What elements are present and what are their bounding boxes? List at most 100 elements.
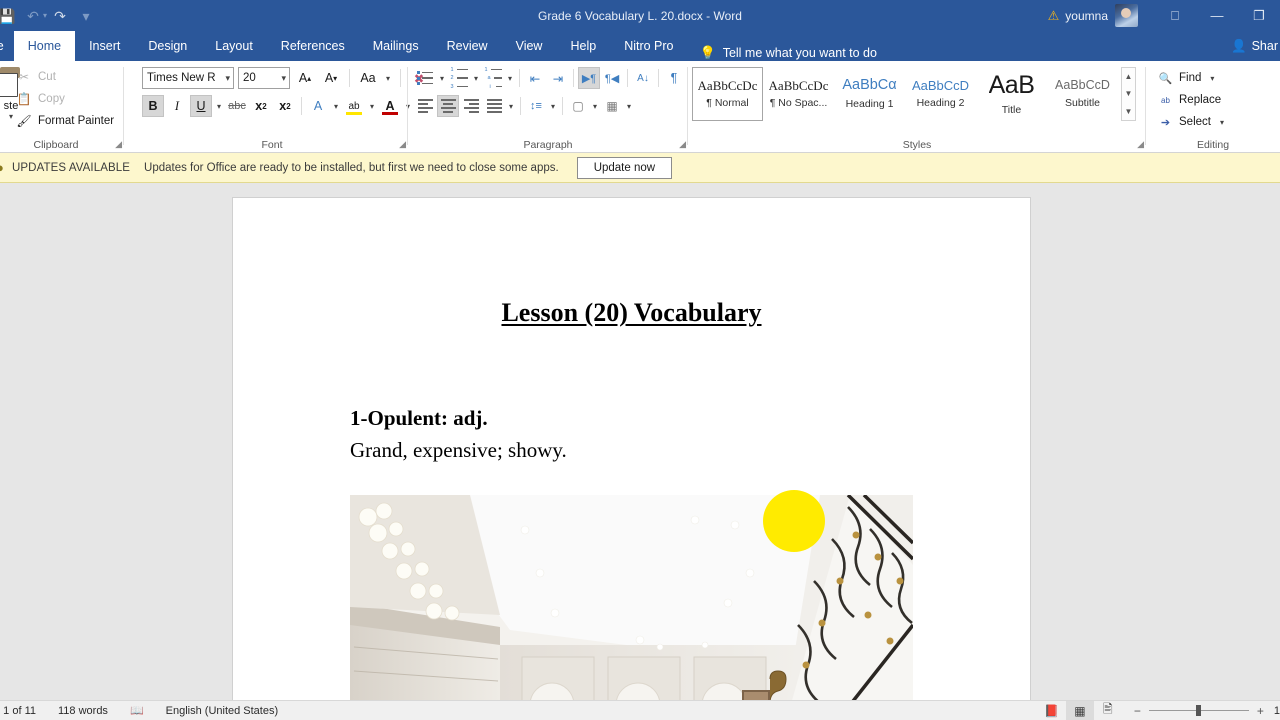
account-name[interactable]: youmna [1065, 9, 1108, 23]
print-layout-icon[interactable]: ▦ [1065, 700, 1094, 720]
tab-design[interactable]: Design [134, 31, 201, 61]
style-normal[interactable]: AaBbCcDc ¶ Normal [692, 67, 763, 121]
justify-dropdown-icon[interactable]: ▾ [506, 102, 516, 111]
multilevel-dropdown-icon[interactable]: ▾ [505, 74, 515, 83]
style-no-spacing[interactable]: AaBbCcDc ¶ No Spac... [763, 67, 834, 121]
left-to-right-icon[interactable]: ▶¶ [578, 67, 600, 89]
select-button[interactable]: ➔ Select ▾ [1158, 111, 1227, 133]
numbering-dropdown-icon[interactable]: ▾ [471, 74, 481, 83]
bullets-dropdown-icon[interactable]: ▾ [437, 74, 447, 83]
zoom-control[interactable]: − + [1132, 704, 1266, 718]
read-mode-icon[interactable]: 📕 [1038, 701, 1066, 720]
style-subtitle[interactable]: AaBbCcD Subtitle [1047, 67, 1118, 121]
underline-button[interactable]: U [190, 95, 212, 117]
tab-home[interactable]: Home [13, 31, 76, 61]
cut-button[interactable]: ✂ Cut [16, 66, 114, 88]
tell-me-search[interactable]: 💡 Tell me what you want to do [700, 45, 877, 61]
page-indicator[interactable]: e 1 of 11 [0, 705, 36, 717]
bold-button[interactable]: B [142, 95, 164, 117]
update-now-button[interactable]: Update now [576, 156, 673, 179]
justify-icon[interactable] [483, 95, 505, 117]
strikethrough-button[interactable]: abc [226, 95, 248, 117]
paragraph-dialog-launcher-icon[interactable]: ◢ [679, 139, 686, 150]
tab-insert[interactable]: Insert [75, 31, 134, 61]
copy-button[interactable]: 📋 Copy [16, 88, 114, 110]
shading-icon[interactable]: ▢ [567, 95, 589, 117]
tab-file[interactable]: le [0, 31, 14, 61]
zoom-in-button[interactable]: + [1255, 704, 1266, 718]
change-case-dropdown-icon[interactable]: ▾ [383, 74, 393, 83]
minimize-icon[interactable]: — [1196, 0, 1238, 31]
find-button[interactable]: 🔍 Find ▾ [1158, 67, 1227, 89]
borders-icon[interactable]: ▦ [601, 95, 623, 117]
line-spacing-icon[interactable]: ↕≡ [525, 95, 547, 117]
clipboard-dialog-launcher-icon[interactable]: ◢ [115, 139, 122, 150]
language-indicator[interactable]: English (United States) [166, 705, 279, 717]
redo-icon[interactable]: ↷ [47, 4, 73, 28]
style-title[interactable]: AaB Title [976, 67, 1047, 121]
shading-dropdown-icon[interactable]: ▾ [590, 102, 600, 111]
grow-font-button[interactable]: A ▴ [294, 67, 316, 89]
font-name-combo[interactable]: Times New R ▾ [142, 67, 234, 89]
line-spacing-dropdown-icon[interactable]: ▾ [548, 102, 558, 111]
find-dropdown-icon[interactable]: ▾ [1207, 74, 1217, 83]
font-color-icon[interactable]: A [379, 95, 401, 117]
tab-view[interactable]: View [502, 31, 557, 61]
align-left-icon[interactable] [414, 95, 436, 117]
word-count[interactable]: 118 words [58, 705, 108, 717]
underline-dropdown-icon[interactable]: ▾ [214, 102, 224, 111]
ribbon-display-options-icon[interactable]: ⎕ [1154, 0, 1196, 31]
tab-mailings[interactable]: Mailings [359, 31, 433, 61]
style-heading-1[interactable]: AaBbCα Heading 1 [834, 67, 905, 121]
text-effects-icon[interactable]: A [307, 95, 329, 117]
customize-quick-access-icon[interactable]: ▾ [73, 4, 99, 28]
shrink-font-button[interactable]: A ▾ [320, 67, 342, 89]
bullet-list-icon[interactable] [414, 67, 436, 89]
format-painter-button[interactable]: 🖌 Format Painter [16, 110, 114, 132]
save-icon[interactable]: 💾 [0, 4, 20, 28]
multilevel-list-icon[interactable]: 1ai [482, 67, 504, 90]
style-heading-2[interactable]: AaBbCcD Heading 2 [905, 67, 976, 121]
decrease-indent-icon[interactable]: ⇤ [524, 67, 546, 89]
zoom-slider[interactable] [1148, 705, 1249, 716]
tab-layout[interactable]: Layout [201, 31, 267, 61]
tab-help[interactable]: Help [556, 31, 610, 61]
select-dropdown-icon[interactable]: ▾ [1217, 118, 1227, 127]
chevron-down-icon[interactable]: ▼ [1125, 85, 1133, 102]
align-center-icon[interactable] [437, 95, 459, 117]
chevron-up-icon[interactable]: ▲ [1125, 68, 1133, 85]
subscript-button[interactable]: x2 [250, 95, 272, 117]
document-canvas[interactable]: Lesson (20) Vocabulary 1-Opulent: adj. G… [0, 183, 1280, 700]
document-page[interactable]: Lesson (20) Vocabulary 1-Opulent: adj. G… [233, 198, 1030, 700]
font-dialog-launcher-icon[interactable]: ◢ [399, 139, 406, 150]
change-case-button[interactable]: Aa [357, 67, 379, 89]
superscript-button[interactable]: x2 [274, 95, 296, 117]
replace-button[interactable]: ab Replace [1158, 89, 1227, 111]
show-formatting-marks-icon[interactable]: ¶ [663, 67, 685, 89]
tab-nitro-pro[interactable]: Nitro Pro [610, 31, 687, 61]
share-button[interactable]: 👤 Shar [1231, 35, 1280, 57]
warning-triangle-icon[interactable]: ⚠ [1048, 8, 1060, 24]
styles-dialog-launcher-icon[interactable]: ◢ [1137, 139, 1144, 150]
font-size-combo[interactable]: 20 ▾ [238, 67, 290, 89]
zoom-out-button[interactable]: − [1132, 704, 1143, 718]
avatar[interactable] [1115, 4, 1138, 27]
zoom-level[interactable]: 1 [1274, 705, 1280, 717]
increase-indent-icon[interactable]: ⇥ [547, 67, 569, 89]
highlight-dropdown-icon[interactable]: ▾ [367, 102, 377, 111]
more-styles-icon[interactable]: ▼ [1125, 103, 1133, 120]
borders-dropdown-icon[interactable]: ▾ [624, 102, 634, 111]
tab-references[interactable]: References [267, 31, 359, 61]
proofing-errors-icon[interactable]: 📖 [130, 704, 144, 717]
zoom-slider-thumb[interactable] [1195, 705, 1201, 716]
text-highlight-icon[interactable]: ab [343, 95, 365, 117]
align-right-icon[interactable] [460, 95, 482, 117]
text-effects-dropdown-icon[interactable]: ▾ [331, 102, 341, 111]
restore-icon[interactable]: ❐ [1238, 0, 1280, 31]
sort-icon[interactable]: A↓ [632, 67, 654, 89]
tab-review[interactable]: Review [433, 31, 502, 61]
right-to-left-icon[interactable]: ¶◀ [601, 67, 623, 89]
opulent-marble-hallway-photo[interactable] [350, 495, 913, 700]
numbered-list-icon[interactable]: 123 [448, 67, 470, 90]
web-layout-icon[interactable]: 🖹 [1094, 701, 1122, 720]
